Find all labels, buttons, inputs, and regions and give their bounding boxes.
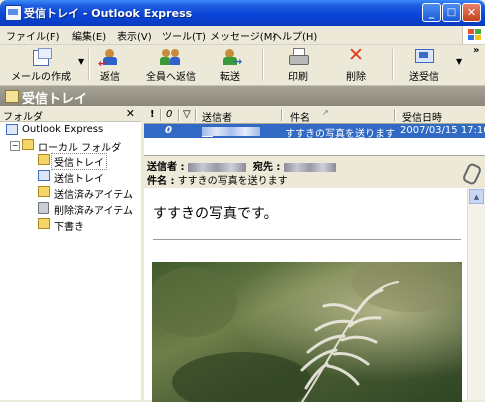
compose-button[interactable]: メールの作成	[6, 47, 76, 83]
toolbar-separator	[88, 49, 90, 81]
forward-label: 転送	[220, 72, 240, 83]
sort-indicator-icon: ↗	[322, 108, 329, 117]
sender-redacted	[187, 162, 246, 172]
attachment-indicator: 0	[165, 125, 172, 136]
local-folders-icon	[22, 139, 34, 150]
reply-icon: ↩	[98, 48, 121, 70]
tree-item-label: 受信トレイ	[51, 153, 107, 170]
delete-x-icon: ✕	[348, 44, 364, 66]
send-receive-label: 送受信	[409, 72, 439, 83]
maximize-button[interactable]: □	[442, 3, 461, 22]
column-attachment[interactable]: 0	[166, 109, 172, 120]
collapse-toggle-icon[interactable]: −	[10, 141, 20, 151]
menu-tools[interactable]: ツール(T)	[162, 28, 206, 43]
column-subject[interactable]: 件名	[290, 109, 310, 124]
print-label: 印刷	[288, 72, 308, 83]
scroll-up-icon[interactable]: ▲	[469, 189, 484, 204]
toolbar-overflow-icon[interactable]: »	[473, 45, 479, 56]
delete-button[interactable]: ✕ 削除	[340, 44, 372, 83]
susuki-photo	[152, 262, 462, 402]
outlook-express-window: 受信トレイ - Outlook Express _ □ ✕ ファイル(F) 編集…	[0, 0, 485, 402]
folders-pane-close-button[interactable]: ✕	[126, 107, 135, 120]
app-icon	[5, 5, 22, 21]
preview-subject: すすきの写真を送ります	[177, 176, 288, 187]
message-body-text: すすきの写真です。	[153, 206, 278, 222]
column-divider	[178, 109, 180, 121]
toolbar: メールの作成 ▼ ↩ 返信 全員へ返信 → 転送 印刷 ✕ 削除 送受信 ▼ »	[0, 45, 485, 86]
menu-help[interactable]: ヘルプ(H)	[272, 28, 317, 43]
recipient-redacted	[283, 162, 336, 172]
folders-pane-header: フォルダ ✕	[0, 107, 141, 123]
toolbar-separator	[392, 49, 394, 81]
send-receive-dropdown-icon[interactable]: ▼	[456, 57, 462, 66]
column-divider	[195, 109, 197, 121]
message-body-scrollbar[interactable]: ▲	[467, 188, 485, 400]
column-divider	[160, 109, 162, 121]
table-row[interactable]: 0 すすきの写真を送ります 2007/03/15 17:10	[144, 124, 485, 140]
drafts-icon	[38, 218, 50, 229]
column-priority[interactable]: !	[150, 109, 155, 120]
printer-icon	[287, 48, 309, 66]
tree-item-label: 送信済みアイテム	[54, 190, 133, 201]
folders-pane-title: フォルダ	[3, 112, 43, 123]
minimize-button[interactable]: _	[422, 3, 441, 22]
tree-item-label: Outlook Express	[22, 124, 104, 135]
reply-button[interactable]: ↩ 返信	[94, 47, 126, 83]
folders-pane: フォルダ ✕ Outlook Express − ローカル フォルダ 受信トレイ…	[0, 107, 144, 400]
reply-all-button[interactable]: 全員へ返信	[140, 47, 202, 83]
tree-item-label: 下書き	[54, 222, 84, 233]
paperclip-icon[interactable]	[461, 161, 483, 187]
reply-label: 返信	[100, 72, 120, 83]
title-bar[interactable]: 受信トレイ - Outlook Express _ □ ✕	[0, 0, 485, 26]
subject-label: 件名 :	[147, 176, 175, 187]
send-receive-icon	[413, 48, 435, 66]
reply-all-label: 全員へ返信	[146, 72, 196, 83]
sent-items-icon	[38, 186, 50, 197]
inbox-icon	[5, 90, 19, 103]
from-to-line: 送信者 : 宛先 :	[147, 158, 336, 173]
forward-icon: →	[219, 48, 242, 68]
message-body: すすきの写真です。	[144, 188, 485, 402]
inbox-icon	[38, 154, 50, 165]
compose-label: メールの作成	[11, 72, 71, 83]
body-divider	[153, 239, 461, 240]
tree-item-label: 削除済みアイテム	[54, 206, 133, 217]
folder-bar: 受信トレイ	[0, 86, 485, 107]
row-subject: すすきの写真を送ります	[285, 129, 395, 140]
close-button[interactable]: ✕	[462, 3, 481, 22]
column-divider	[281, 109, 283, 121]
outlook-express-icon	[6, 124, 18, 135]
row-received: 2007/03/15 17:10	[400, 125, 485, 136]
message-list-header: ! 0 ▽ 送信者 件名 ↗ 受信日時	[144, 107, 485, 124]
outbox-icon	[38, 170, 50, 181]
subject-line: 件名 : すすきの写真を送ります	[147, 172, 288, 187]
deleted-items-icon	[38, 202, 49, 214]
delete-label: 削除	[346, 72, 366, 83]
new-mail-icon	[30, 48, 52, 66]
tree-item-label: 送信トレイ	[54, 174, 104, 185]
column-from[interactable]: 送信者	[202, 109, 232, 124]
print-button[interactable]: 印刷	[282, 47, 314, 83]
window-title: 受信トレイ - Outlook Express	[24, 7, 193, 20]
menu-edit[interactable]: 編集(E)	[72, 28, 106, 43]
reply-all-icon	[160, 48, 182, 66]
forward-button[interactable]: → 転送	[214, 47, 246, 83]
compose-dropdown-icon[interactable]: ▼	[78, 57, 84, 66]
column-received[interactable]: 受信日時	[402, 109, 442, 124]
menu-view[interactable]: 表示(V)	[117, 28, 152, 43]
toolbar-separator	[262, 49, 264, 81]
message-pane: ! 0 ▽ 送信者 件名 ↗ 受信日時 0 すすきの写真を送ります 2007/0…	[144, 107, 485, 402]
column-divider	[394, 109, 396, 121]
preview-header: 送信者 : 宛先 : 件名 : すすきの写真を送ります	[144, 155, 485, 189]
menu-bar: ファイル(F) 編集(E) 表示(V) ツール(T) メッセージ(M) ヘルプ(…	[0, 26, 485, 45]
tree-item-label: ローカル フォルダ	[38, 143, 122, 154]
current-folder-title: 受信トレイ	[22, 92, 88, 107]
windows-logo-icon	[462, 26, 485, 44]
menu-message[interactable]: メッセージ(M)	[210, 28, 276, 43]
send-receive-button[interactable]: 送受信	[404, 47, 444, 83]
column-flag[interactable]: ▽	[183, 109, 191, 120]
menu-file[interactable]: ファイル(F)	[6, 28, 60, 43]
